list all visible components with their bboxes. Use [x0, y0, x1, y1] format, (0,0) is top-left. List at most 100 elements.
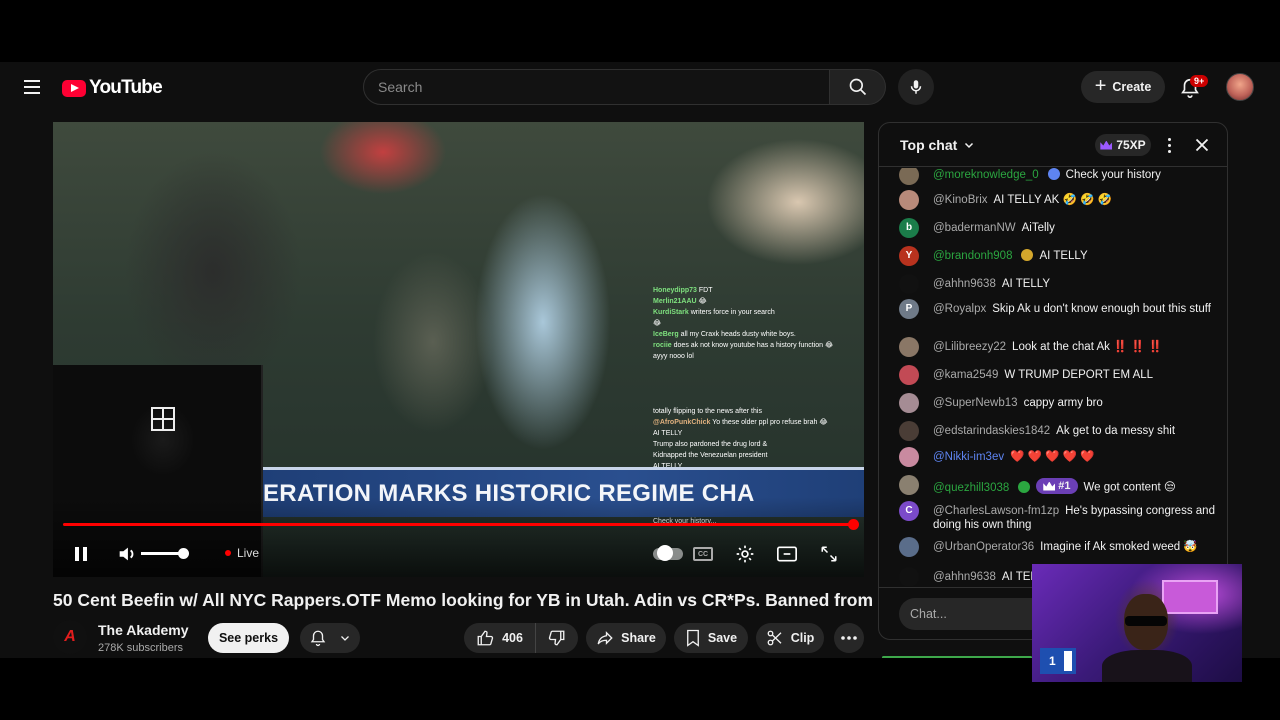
chat-message-text: We got content 😒 — [1083, 481, 1176, 494]
chat-author-name[interactable]: @ahhn9638 — [933, 571, 996, 583]
autoplay-toggle[interactable] — [651, 540, 685, 568]
close-chat-button[interactable] — [1191, 134, 1213, 156]
chat-message-body: @Royalpx Skip Ak u don't know enough bout… — [933, 302, 1219, 316]
chat-message[interactable]: @edstarindaskies1842 Ak get to da messy s… — [899, 421, 1219, 441]
volume-knob[interactable] — [178, 548, 189, 559]
chat-author-avatar[interactable] — [899, 365, 919, 385]
overlay-chat-text: writers force in your search — [690, 309, 775, 316]
masthead: YouTube + Create 9+ — [0, 62, 1280, 112]
chat-author-name[interactable]: @Royalpx — [933, 303, 986, 315]
voice-search-button[interactable] — [898, 69, 934, 105]
chat-author-name[interactable]: @badermanNW — [933, 222, 1016, 234]
search-box[interactable] — [363, 69, 830, 105]
chat-author-avatar[interactable]: P — [899, 299, 919, 319]
chat-more-options-button[interactable] — [1159, 134, 1179, 156]
chat-author-name[interactable]: @kama2549 — [933, 369, 998, 381]
chat-message[interactable]: @moreknowledge_0 Check your history — [899, 168, 1219, 185]
search-button[interactable] — [830, 69, 886, 105]
chat-message-body: @ahhn9638 AI TELLY — [933, 277, 1219, 291]
chat-message[interactable]: @Nikki-im3ev ❤️ ❤️ ❤️ ❤️ ❤️ — [899, 447, 1219, 467]
chat-author-name[interactable]: @Nikki-im3ev — [933, 451, 1004, 463]
progress-bar[interactable] — [63, 523, 855, 526]
video-player[interactable]: Honeydipp73 FDT Merlin21AAU 😂 KurdiStark w… — [53, 122, 864, 577]
menu-icon[interactable] — [18, 73, 46, 101]
overlay-chat-text: 😂 — [653, 320, 662, 327]
thumbs-up-icon — [477, 630, 494, 646]
chat-author-avatar[interactable] — [899, 421, 919, 441]
chat-author-name[interactable]: @edstarindaskies1842 — [933, 425, 1050, 437]
like-button[interactable]: 406 — [464, 623, 536, 653]
bookmark-icon — [686, 629, 699, 647]
channel-name[interactable]: The Akademy — [98, 622, 189, 638]
save-label: Save — [707, 631, 738, 645]
chat-author-avatar[interactable]: Y — [899, 246, 919, 266]
chat-author-avatar[interactable] — [899, 393, 919, 413]
chat-message-list[interactable]: @moreknowledge_0 Check your history @KinoB… — [879, 168, 1227, 586]
overlay-chat-user: IceBerg — [653, 331, 679, 338]
overlay-chat-line: ayyy nooo lol — [653, 351, 858, 362]
chat-author-avatar[interactable] — [899, 537, 919, 557]
chat-author-name[interactable]: @CharlesLawson-fm1zp — [933, 505, 1059, 517]
chat-message[interactable]: @ahhn9638 AI TELLY — [899, 274, 1219, 294]
live-indicator[interactable]: Live — [225, 546, 259, 560]
create-button[interactable]: + Create — [1081, 71, 1165, 103]
chat-author-avatar[interactable] — [899, 475, 919, 495]
chat-message[interactable]: P @Royalpx Skip Ak u don't know enough bou… — [899, 299, 1219, 319]
chat-author-avatar[interactable] — [899, 337, 919, 357]
chat-author-name[interactable]: @ahhn9638 — [933, 278, 996, 290]
chat-author-name[interactable]: @quezhill3038 — [933, 482, 1009, 494]
chat-author-name[interactable]: @brandonh908 — [933, 250, 1012, 262]
search-input[interactable] — [364, 70, 829, 104]
save-button[interactable]: Save — [674, 623, 748, 653]
scissors-icon — [767, 630, 782, 646]
overlay-chat-line: IceBerg all my Craxk heads dusty white b… — [653, 329, 858, 340]
overlay-chat-user: @AfroPunkChick — [653, 419, 711, 426]
microphone-icon — [910, 80, 922, 94]
chat-message[interactable]: @quezhill3038 #1 We got content 😒 — [899, 475, 1219, 495]
chat-message-text: Skip Ak u don't know enough bout this st… — [992, 303, 1211, 315]
chat-message[interactable]: @UrbanOperator36 Imagine if Ak smoked wee… — [899, 537, 1219, 557]
chat-author-name[interactable]: @SuperNewb13 — [933, 397, 1018, 409]
share-label: Share — [621, 631, 656, 645]
member-badge-icon — [1047, 168, 1060, 180]
chat-mode-selector[interactable]: Top chat — [900, 137, 975, 153]
subtitles-button[interactable]: CC — [689, 540, 717, 568]
logo-text: YouTube — [89, 77, 163, 98]
chat-author-avatar[interactable]: C — [899, 501, 919, 521]
volume-icon — [119, 547, 134, 561]
volume-button[interactable] — [113, 540, 141, 568]
chat-message[interactable]: Y @brandonh908 AI TELLY — [899, 246, 1219, 266]
chat-author-name[interactable]: @UrbanOperator36 — [933, 541, 1034, 553]
xp-badge[interactable]: 75XP — [1095, 134, 1151, 156]
chat-message[interactable]: @KinoBrix AI TELLY AK 🤣 🤣 🤣 — [899, 190, 1219, 210]
chat-author-avatar[interactable]: b — [899, 218, 919, 238]
chat-author-avatar[interactable] — [899, 190, 919, 210]
pause-button[interactable] — [67, 540, 95, 568]
account-avatar[interactable] — [1226, 73, 1254, 101]
chat-author-avatar[interactable] — [899, 567, 919, 586]
chat-author-avatar[interactable] — [899, 274, 919, 294]
chat-message[interactable]: @kama2549 W TRUMP DEPORT EM ALL — [899, 365, 1219, 385]
theater-mode-button[interactable] — [773, 540, 801, 568]
chat-message[interactable]: @Lilibreezy22 Look at the chat Ak ‼️ ‼️ ‼… — [899, 337, 1219, 357]
settings-button[interactable] — [731, 540, 759, 568]
clip-button[interactable]: Clip — [756, 623, 824, 653]
dislike-button[interactable] — [536, 623, 578, 653]
chat-message[interactable]: b @badermanNW AiTelly — [899, 218, 1219, 238]
overlay-chat-user: KurdiStark — [653, 309, 689, 316]
channel-avatar[interactable]: A — [53, 620, 87, 654]
chat-author-name[interactable]: @KinoBrix — [933, 194, 988, 206]
chat-author-name[interactable]: @Lilibreezy22 — [933, 341, 1006, 353]
fullscreen-button[interactable] — [815, 540, 843, 568]
subscription-notifications-button[interactable] — [300, 623, 360, 653]
share-button[interactable]: Share — [586, 623, 666, 653]
chat-author-avatar[interactable] — [899, 168, 919, 185]
progress-scrubber[interactable] — [848, 519, 859, 530]
chat-message[interactable]: C @CharlesLawson-fm1zp He's bypassing cong… — [899, 501, 1219, 532]
chat-author-avatar[interactable] — [899, 447, 919, 467]
chat-author-name[interactable]: @moreknowledge_0 — [933, 169, 1039, 181]
chat-message[interactable]: @SuperNewb13 cappy army bro — [899, 393, 1219, 413]
see-perks-button[interactable]: See perks — [208, 623, 289, 653]
youtube-logo[interactable]: YouTube — [62, 77, 163, 99]
more-actions-button[interactable] — [834, 623, 864, 653]
